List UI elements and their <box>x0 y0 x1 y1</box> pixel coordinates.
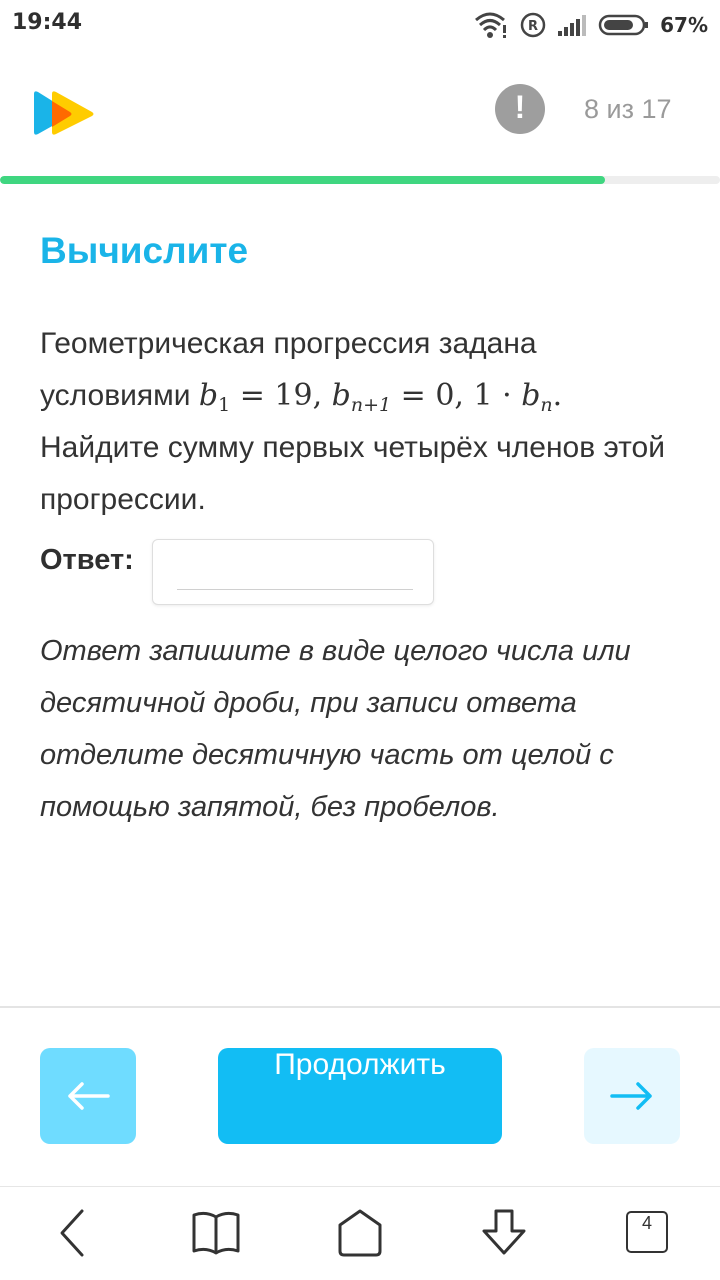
play-logo-icon[interactable] <box>30 88 100 138</box>
battery-percent: 67% <box>660 13 708 37</box>
task-question: Найдите сумму первых четырёх членов этой… <box>40 431 665 516</box>
tabs-count: 4 <box>626 1211 668 1253</box>
arrow-right-icon <box>610 1082 652 1110</box>
tabs-button[interactable]: 4 <box>612 1207 672 1263</box>
bookmarks-book-icon[interactable] <box>186 1207 246 1263</box>
signal-icon <box>556 13 588 37</box>
answer-box[interactable] <box>152 539 434 605</box>
status-time: 19:44 <box>12 10 83 35</box>
continue-button[interactable]: Продолжить <box>218 1048 502 1144</box>
system-nav-bar: 4 <box>0 1186 720 1280</box>
task-text: Геометрическая прогрессия задана условия… <box>40 318 690 526</box>
back-icon[interactable] <box>42 1207 102 1263</box>
arrow-left-icon <box>68 1082 110 1110</box>
task-formula: b1 = 19, bn+1 = 0, 1 · bn. <box>198 378 563 416</box>
answer-label: Ответ: <box>40 544 134 576</box>
svg-text:R: R <box>528 19 538 34</box>
status-bar: 19:44 R 67% <box>0 0 720 52</box>
status-icons: R 67% <box>474 8 708 42</box>
previous-button[interactable] <box>40 1048 136 1144</box>
download-arrow-icon[interactable] <box>474 1207 534 1263</box>
question-counter: 8 из 17 <box>584 94 672 124</box>
roaming-r-icon: R <box>520 12 546 38</box>
home-icon[interactable] <box>330 1207 390 1263</box>
battery-icon <box>598 13 650 37</box>
progress-bar <box>0 176 720 184</box>
answer-hint: Ответ запишите в виде целого числа или д… <box>40 635 631 823</box>
wifi-icon <box>474 11 510 39</box>
app-header: ! 8 из 17 <box>0 52 720 176</box>
report-problem-button[interactable]: ! <box>495 84 545 134</box>
next-button[interactable] <box>584 1048 680 1144</box>
task-title: Вычислите <box>40 230 249 271</box>
footer-divider <box>0 1006 720 1008</box>
exclamation-icon: ! <box>514 89 526 125</box>
answer-input[interactable] <box>177 552 413 590</box>
progress-bar-fill <box>0 176 605 184</box>
